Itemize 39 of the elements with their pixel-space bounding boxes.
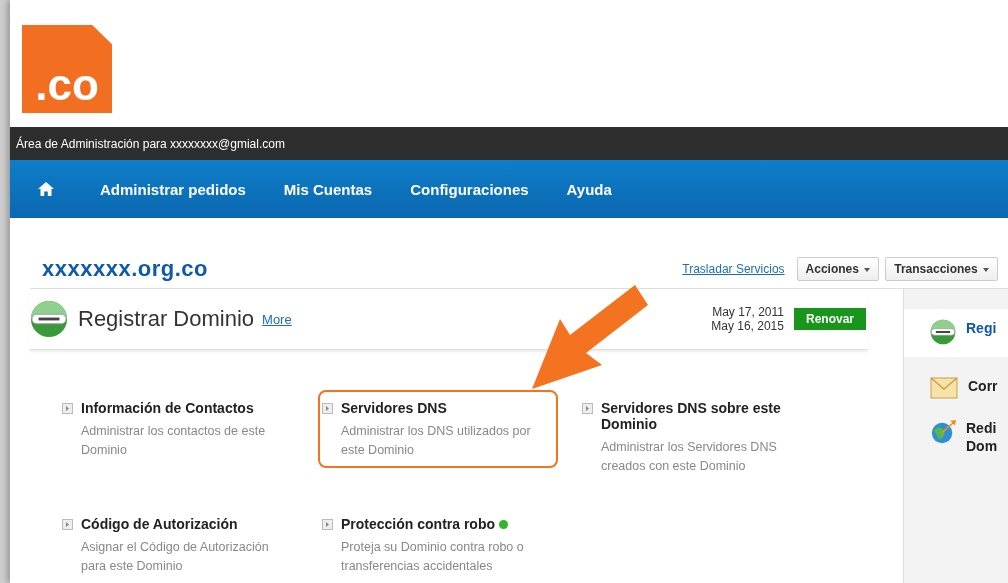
- side-link[interactable]: Corr: [968, 377, 998, 395]
- option-description: Administrar los DNS utilizados por este Dominio: [341, 423, 532, 459]
- date-text: May 16, 2015: [711, 319, 784, 333]
- dropdown-button[interactable]: Acciones: [796, 257, 880, 281]
- renew-button[interactable]: Renovar: [793, 308, 866, 330]
- nav-item[interactable]: Mis Cuentas: [283, 180, 373, 198]
- arrow-bullet-icon: [322, 403, 333, 414]
- section-title: Registrar Dominio: [78, 306, 255, 332]
- date-text: May 17, 2011: [712, 305, 784, 319]
- globe-icon: [930, 319, 956, 345]
- home-icon[interactable]: [38, 182, 54, 196]
- option-description: Asignar el Código de Autorización para este Dominio: [81, 539, 270, 575]
- admin-text: Área de Administración para xxxxxxxx@gmial.com: [16, 136, 285, 151]
- more-link[interactable]: More: [262, 311, 292, 327]
- transfer-link[interactable]: Trasladar Servicios: [682, 262, 785, 276]
- globe-icon: [30, 300, 68, 338]
- side-link[interactable]: Redi Dom: [966, 419, 996, 455]
- nav-item[interactable]: Administrar pedidos: [100, 180, 246, 198]
- domain-title: xxxxxxx.org.co: [42, 256, 208, 282]
- arrow-bullet-icon: [62, 403, 73, 414]
- side-link[interactable]: Regi: [966, 319, 997, 337]
- nav-item[interactable]: Configuraciones: [410, 180, 529, 198]
- option-link[interactable]: Servidores DNS: [341, 400, 447, 416]
- caret-icon: [864, 267, 871, 272]
- arrow-bullet-icon: [62, 519, 73, 530]
- option-link[interactable]: Protección contra robo: [341, 516, 496, 532]
- option-description: Administrar los contactos de este Dominio: [81, 423, 267, 459]
- logo: .co: [22, 25, 112, 113]
- dropdown-button[interactable]: Transacciones: [885, 257, 998, 281]
- caret-icon: [983, 267, 989, 272]
- option-description: Proteja su Dominio contra robo o transferencias accidentales: [341, 539, 525, 575]
- arrow-bullet-icon: [582, 403, 593, 414]
- option-link[interactable]: Servidores DNS sobre este Dominio: [601, 400, 806, 432]
- arrow-bullet-icon: [322, 519, 333, 530]
- option-link[interactable]: Código de Autorización: [81, 516, 238, 532]
- option-link[interactable]: Información de Contactos: [81, 400, 254, 416]
- envelope-icon: [930, 377, 958, 399]
- nav-item[interactable]: Ayuda: [566, 180, 612, 198]
- option-description: Administrar los Servidores DNS creados con este Dominio: [601, 439, 778, 475]
